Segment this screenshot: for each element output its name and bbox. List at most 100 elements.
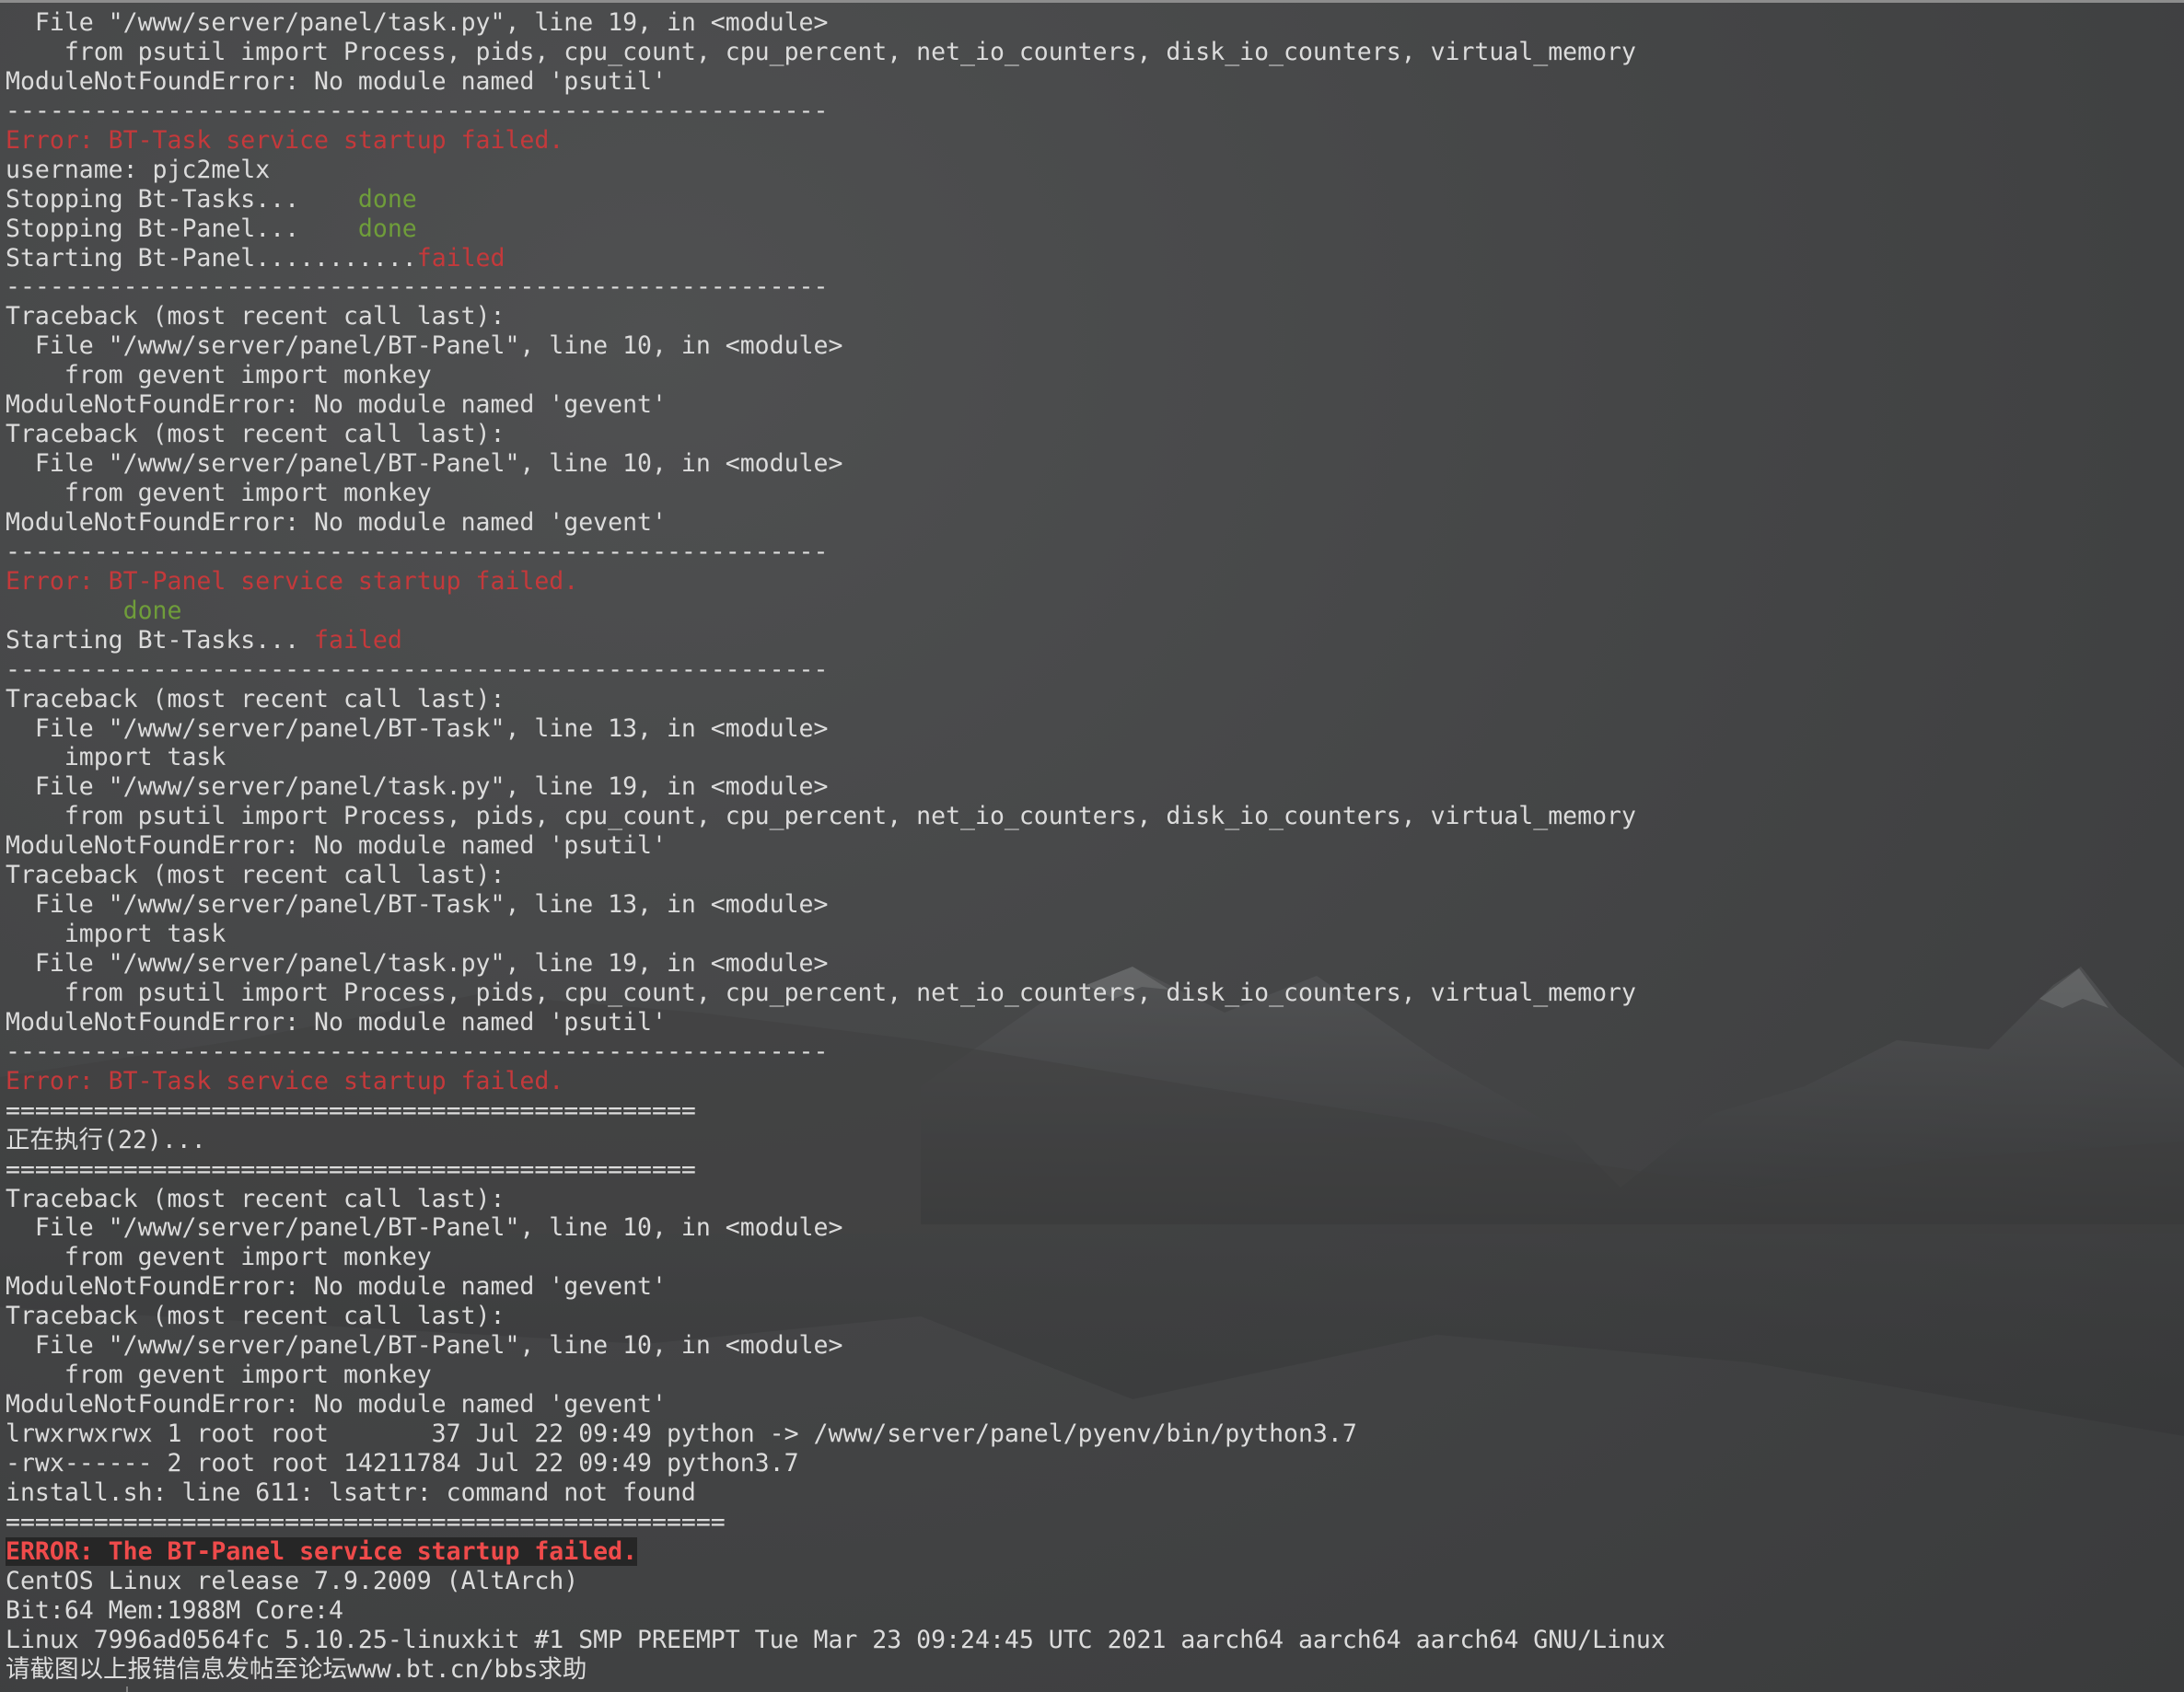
terminal-line: File "/www/server/panel/task.py", line 1… [6, 772, 1666, 802]
terminal-text: from gevent import monkey [6, 361, 432, 390]
terminal-line: Error: BT-Task service startup failed. [6, 1067, 1666, 1096]
terminal-line: ----------------------------------------… [6, 272, 1666, 302]
terminal-text: install.sh: line 611: lsattr: command no… [6, 1478, 696, 1507]
terminal-line: ModuleNotFoundError: No module named 'ps… [6, 831, 1666, 861]
terminal-line: Traceback (most recent call last): [6, 420, 1666, 449]
terminal-line: Traceback (most recent call last): [6, 1185, 1666, 1214]
terminal-output[interactable]: File "/www/server/panel/task.py", line 1… [6, 8, 1666, 1684]
terminal-text: File "/www/server/panel/BT-Panel", line … [6, 1331, 843, 1361]
terminal-line: done [6, 597, 1666, 626]
status-done-text: done [357, 214, 417, 243]
terminal-text: Traceback (most recent call last): [6, 420, 505, 449]
terminal-text: import task [6, 743, 227, 772]
terminal-text: from gevent import monkey [6, 1361, 432, 1390]
terminal-text: ========================================… [6, 1154, 696, 1184]
terminal-line: Bit:64 Mem:1988M Core:4 [6, 1596, 1666, 1626]
terminal-line: File "/www/server/panel/task.py", line 1… [6, 949, 1666, 979]
terminal-line: -rwx------ 2 root root 14211784 Jul 22 0… [6, 1449, 1666, 1478]
terminal-line: username: pjc2melx [6, 156, 1666, 185]
terminal-line: from psutil import Process, pids, cpu_co… [6, 38, 1666, 67]
terminal-text: ----------------------------------------… [6, 655, 829, 684]
terminal-text: File "/www/server/panel/BT-Task", line 1… [6, 713, 829, 743]
terminal-line: 正在执行(22)... [6, 1126, 1666, 1155]
terminal-line: CentOS Linux release 7.9.2009 (AltArch) [6, 1567, 1666, 1596]
terminal-line: ModuleNotFoundError: No module named 'ge… [6, 508, 1666, 538]
terminal-text: username: pjc2melx [6, 155, 271, 184]
terminal-text: Starting Bt-Tasks... [6, 625, 315, 655]
terminal-text: from psutil import Process, pids, cpu_co… [6, 802, 1636, 831]
terminal-text: ========================================… [6, 1095, 696, 1125]
terminal-line: Error: BT-Task service startup failed. [6, 126, 1666, 156]
terminal-line: Linux 7996ad0564fc 5.10.25-linuxkit #1 S… [6, 1626, 1666, 1655]
terminal-line: ModuleNotFoundError: No module named 'ps… [6, 67, 1666, 97]
error-highlight-text: ERROR: The BT-Panel service startup fail… [6, 1536, 638, 1566]
terminal-line: ========================================… [6, 1155, 1666, 1185]
terminal-line: from gevent import monkey [6, 1361, 1666, 1390]
terminal-text: ========================================… [6, 1507, 726, 1536]
terminal-text: File "/www/server/panel/task.py", line 1… [6, 8, 829, 37]
terminal-line: Starting Bt-Panel...........failed [6, 244, 1666, 273]
error-text: failed [314, 625, 402, 655]
terminal-line: File "/www/server/panel/BT-Task", line 1… [6, 714, 1666, 744]
terminal-text: ModuleNotFoundError: No module named 'ge… [6, 390, 667, 420]
terminal-line: ----------------------------------------… [6, 538, 1666, 567]
terminal-line: File "/www/server/panel/task.py", line 1… [6, 8, 1666, 38]
terminal-text: from psutil import Process, pids, cpu_co… [6, 978, 1636, 1007]
terminal-text: ----------------------------------------… [6, 537, 829, 566]
terminal-text: ----------------------------------------… [6, 96, 829, 125]
error-text: Error: BT-Task service startup failed. [6, 1066, 564, 1095]
terminal-window[interactable]: File "/www/server/panel/task.py", line 1… [0, 0, 2184, 1692]
terminal-text: ModuleNotFoundError: No module named 'ge… [6, 1390, 667, 1420]
terminal-text: ModuleNotFoundError: No module named 'ge… [6, 1272, 667, 1302]
terminal-text: -rwx------ 2 root root 14211784 Jul 22 0… [6, 1448, 799, 1478]
terminal-text: Traceback (most recent call last): [6, 684, 505, 713]
terminal-text: Bit:64 Mem:1988M Core:4 [6, 1595, 343, 1625]
terminal-text: from psutil import Process, pids, cpu_co… [6, 37, 1636, 66]
error-text: failed [416, 243, 505, 272]
terminal-text: Traceback (most recent call last): [6, 1302, 505, 1331]
terminal-text: ----------------------------------------… [6, 272, 829, 302]
terminal-line: File "/www/server/panel/BT-Panel", line … [6, 449, 1666, 479]
terminal-text: File "/www/server/panel/BT-Panel", line … [6, 1213, 843, 1243]
status-done-text: done [357, 184, 417, 214]
terminal-text: Traceback (most recent call last): [6, 302, 505, 331]
error-text: Error: BT-Panel service startup failed. [6, 566, 579, 596]
terminal-line: ModuleNotFoundError: No module named 'ge… [6, 1272, 1666, 1302]
terminal-line: ModuleNotFoundError: No module named 'ge… [6, 390, 1666, 420]
terminal-line: install.sh: line 611: lsattr: command no… [6, 1478, 1666, 1508]
terminal-text: ----------------------------------------… [6, 1037, 829, 1066]
terminal-line: Traceback (most recent call last): [6, 1302, 1666, 1331]
terminal-line: ----------------------------------------… [6, 97, 1666, 126]
terminal-line: ERROR: The BT-Panel service startup fail… [6, 1536, 1666, 1567]
terminal-line: ========================================… [6, 1508, 1666, 1537]
terminal-text: from gevent import monkey [6, 1243, 432, 1272]
terminal-line: Stopping Bt-Tasks... done [6, 185, 1666, 214]
terminal-text: File "/www/server/panel/BT-Panel", line … [6, 331, 843, 361]
terminal-text: Traceback (most recent call last): [6, 1184, 505, 1213]
terminal-text: 请截图以上报错信息发帖至论坛www.bt.cn/bbs求助 [6, 1654, 587, 1684]
terminal-text: File "/www/server/panel/BT-Panel", line … [6, 449, 843, 479]
terminal-line: from psutil import Process, pids, cpu_co… [6, 802, 1666, 831]
terminal-line: from gevent import monkey [6, 1243, 1666, 1272]
terminal-text: CentOS Linux release 7.9.2009 (AltArch) [6, 1566, 579, 1595]
terminal-line: from gevent import monkey [6, 479, 1666, 508]
terminal-text: Starting Bt-Panel........... [6, 243, 417, 272]
terminal-text: File "/www/server/panel/task.py", line 1… [6, 772, 829, 802]
terminal-line: ModuleNotFoundError: No module named 'ps… [6, 1008, 1666, 1037]
terminal-line: Starting Bt-Tasks... failed [6, 626, 1666, 655]
terminal-text: ModuleNotFoundError: No module named 'ps… [6, 1007, 667, 1037]
terminal-text: ModuleNotFoundError: No module named 'ps… [6, 831, 667, 861]
terminal-line: 请截图以上报错信息发帖至论坛www.bt.cn/bbs求助 [6, 1655, 1666, 1685]
terminal-text: Stopping Bt-Tasks... [6, 184, 358, 214]
terminal-line: from gevent import monkey [6, 361, 1666, 390]
terminal-line: import task [6, 920, 1666, 949]
status-done-text: done [122, 596, 182, 625]
terminal-text: import task [6, 920, 227, 949]
terminal-line: Stopping Bt-Panel... done [6, 214, 1666, 244]
terminal-line: Traceback (most recent call last): [6, 685, 1666, 714]
terminal-text: File "/www/server/panel/task.py", line 1… [6, 949, 829, 978]
terminal-line: ModuleNotFoundError: No module named 'ge… [6, 1390, 1666, 1420]
terminal-line: ----------------------------------------… [6, 655, 1666, 685]
terminal-line: lrwxrwxrwx 1 root root 37 Jul 22 09:49 p… [6, 1420, 1666, 1449]
terminal-text: Linux 7996ad0564fc 5.10.25-linuxkit #1 S… [6, 1625, 1666, 1654]
